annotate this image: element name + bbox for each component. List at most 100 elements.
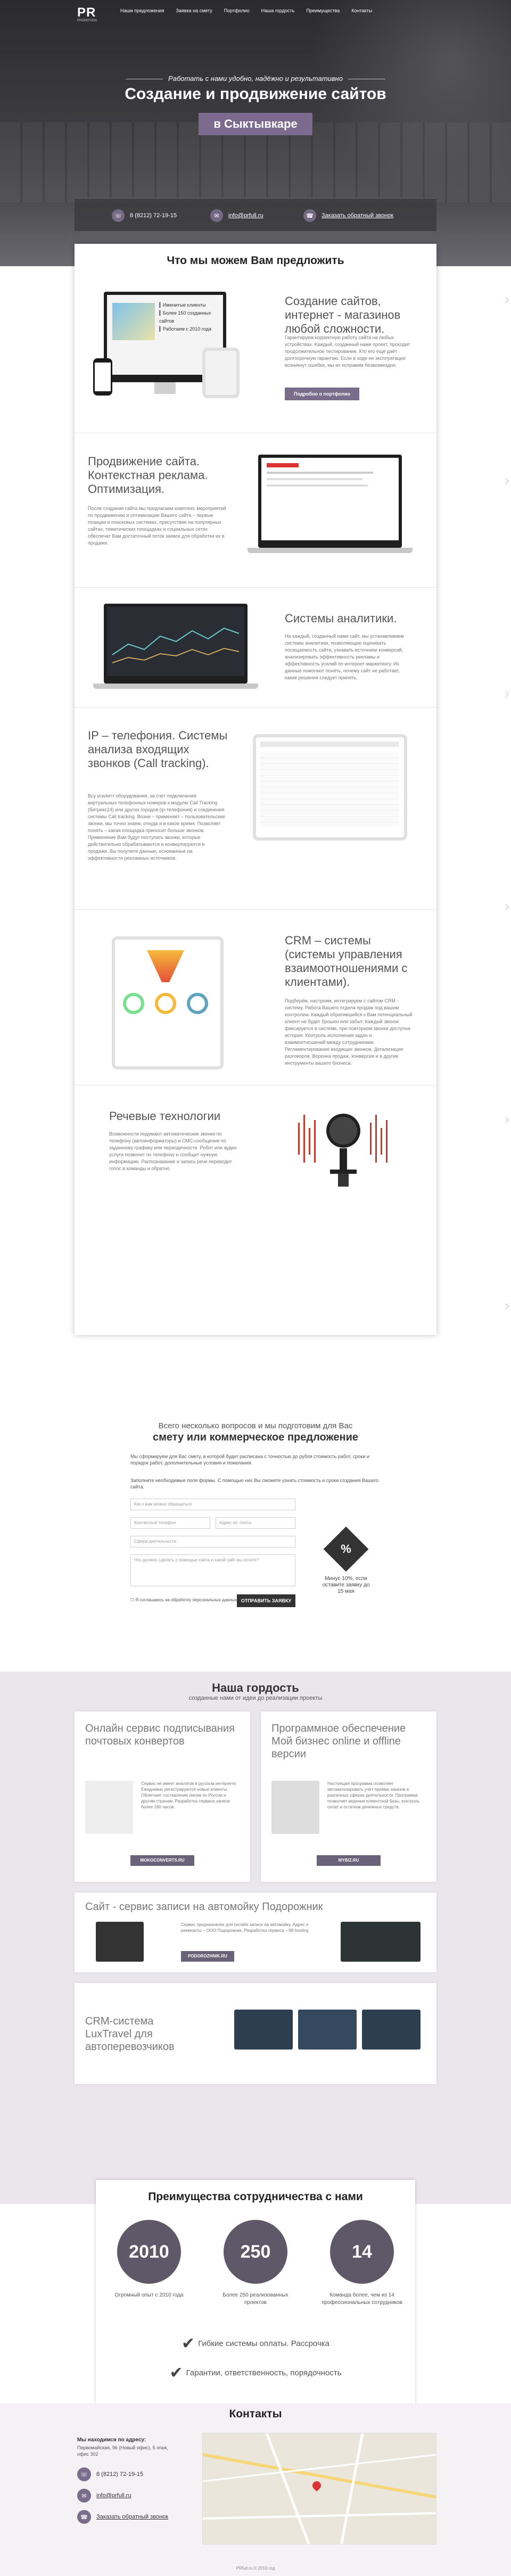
offer-title-sites: Создание сайтов, интернет - магазинов лю…	[285, 294, 401, 335]
offer-section-crm: CRM – системы (системы управления взаимо…	[75, 909, 436, 1085]
agree-checkbox[interactable]: ☐ Я соглашаюсь на обработку персональных…	[130, 1597, 237, 1603]
discount-text: Минус 10%, если оставите заявку до 15 ма…	[322, 1576, 370, 1594]
project-title: Онлайн сервис подписывания почтовых конв…	[85, 1723, 235, 1747]
logo[interactable]: PR PROMOTION	[77, 6, 98, 23]
logo-text: PR	[77, 5, 96, 20]
nav-item-pride[interactable]: Наша гордость	[256, 7, 301, 14]
address-label: Мы находимся по адресу:	[77, 2437, 146, 2443]
phone-field[interactable]: Контактный телефон	[130, 1517, 210, 1529]
offer-desc-telephony: Всу усилитт оборудования, за счет подклю…	[88, 793, 225, 861]
microphone-image	[282, 1101, 405, 1187]
offer-section-seo: Продвижение сайта. Контекстная реклама. …	[75, 433, 436, 587]
email-field[interactable]: Адрес эл. почты	[216, 1517, 295, 1529]
chevron-right-icon	[502, 904, 509, 910]
offer-section-telephony: IP – телефония. Системы анализа входящих…	[75, 707, 436, 909]
search-line	[267, 484, 368, 487]
logo-sub: PROMOTION	[77, 19, 97, 22]
microphone-icon	[298, 1114, 388, 1187]
hero-phone[interactable]: ☏ 8 (8212) 72-19-15	[112, 209, 177, 222]
advantage-circle: 250	[224, 2220, 287, 2284]
screen-graphic	[112, 303, 155, 340]
project-link-button[interactable]: MYBIZ.RU	[317, 1855, 381, 1866]
project-link-button[interactable]: PODOROZHNIK.RU	[181, 1951, 234, 1962]
feature-item: ▍Именитые клиенты	[159, 302, 206, 308]
feature-text: Именитые клиенты	[162, 302, 206, 308]
project-text: Сервис не имеет аналогов в русском интер…	[141, 1781, 237, 1809]
tablet-mockup	[202, 348, 240, 398]
nav-item-offers[interactable]: Наши предложения	[114, 7, 170, 14]
hero-email[interactable]: ✉ info@prfull.ru	[210, 209, 263, 222]
monitor-stand	[154, 382, 176, 394]
nav-item-advantages[interactable]: Преимущества	[300, 7, 345, 14]
advantage-point: ✔ Гарантии, ответственность, порядочность	[96, 2364, 415, 2382]
advantage-label: Огромный опыт с 2010 года	[114, 2292, 184, 2298]
analytics-screen	[107, 607, 244, 676]
offer-section-analytics: Системы аналитики. На каждый, созданный …	[75, 587, 436, 707]
offer-section-sites: ▍Именитые клиенты ▍Более 150 созданных с…	[75, 273, 436, 433]
advantage-point-text: Гарантии, ответственность, порядочность	[186, 2368, 342, 2377]
percent-icon: %	[341, 1542, 351, 1556]
tablet-mockup	[253, 734, 407, 841]
location-map[interactable]	[202, 2433, 436, 2545]
main-nav: Наши предложения Заявка на смету Портфол…	[114, 7, 378, 14]
donut-chart	[187, 993, 208, 1014]
offer-title-analytics: Системы аналитики.	[285, 612, 397, 625]
contact-callback[interactable]: ☎ Заказать обратный звонок	[77, 2510, 168, 2524]
project-screenshot	[271, 1781, 319, 1834]
address-text: Первомайская, 96 (Новый офис), 5 этаж, о…	[77, 2445, 169, 2457]
mail-icon: ✉	[77, 2489, 91, 2503]
contact-phone[interactable]: ☏ 8 (8212) 72-19-15	[77, 2467, 143, 2481]
hero-callback[interactable]: ☎ Заказать обратный звонок	[303, 209, 393, 222]
offer-title-telephony: IP – телефония. Системы анализа входящих…	[88, 729, 228, 770]
phone-icon: ☏	[112, 209, 125, 222]
hero-city-badge: в Сыктывкаре	[199, 113, 312, 135]
chevron-right-icon	[502, 691, 509, 697]
sales-funnel	[147, 950, 184, 982]
estimate-hint: Заполните необходимые поля формы. С помо…	[130, 1478, 379, 1489]
estimate-intro: Мы сформируем для Вас смету, в которой б…	[130, 1454, 369, 1466]
advantage-label: Команда более, чем из 14 профессиональны…	[322, 2292, 402, 2306]
project-link-button[interactable]: MOKOCONVERTS.RU	[130, 1855, 194, 1866]
hero-tagline-row: Работать с нами удобно, надёжно и резуль…	[0, 75, 511, 83]
activity-field[interactable]: Сфера деятельности	[130, 1536, 295, 1548]
advantage-circle: 14	[330, 2220, 394, 2284]
laptop-mockup	[258, 455, 402, 548]
feature-item: ▍Работаем с 2010 года	[159, 326, 211, 332]
project-card: Программное обеспечение Мой бизнес onlin…	[261, 1711, 436, 1882]
search-line	[267, 472, 373, 474]
search-line	[267, 478, 362, 480]
pride-title: Наша гордость	[212, 1681, 299, 1694]
advantage-label: Более 250 реализованных проектов	[222, 2292, 289, 2306]
send-request-button[interactable]: ОТПРАВИТЬ ЗАЯВКУ	[237, 1594, 295, 1607]
offer-desc-sites: Гарантируем корректную работу сайта на л…	[285, 335, 410, 368]
mail-icon: ✉	[210, 209, 223, 222]
portfolio-button[interactable]: Подробно о портфолио	[285, 388, 359, 400]
nav-item-contacts[interactable]: Контакты	[345, 7, 378, 14]
project-card: Сайт - сервис записи на автомойку Подоро…	[75, 1892, 436, 1972]
name-field[interactable]: Как к вам можно обращаться	[130, 1499, 295, 1510]
project-card: Онлайн сервис подписывания почтовых конв…	[75, 1711, 250, 1882]
calls-table	[260, 752, 399, 827]
offer-section-speech: Речевые технологии Возможности подумают …	[75, 1085, 436, 1218]
pride-subtitle: созданные нами от идеи до реализации про…	[188, 1695, 323, 1701]
offer-desc-crm: Подберём, настроим, интегрируем с сайтом…	[285, 998, 413, 1066]
offer-desc-analytics: На каждый, созданный нами сайт, мы устан…	[285, 633, 404, 680]
contact-phone-text: 8 (8212) 72-19-15	[96, 2471, 144, 2478]
callback-icon: ☎	[303, 209, 316, 222]
estimate-line1: Всего несколько вопросов и мы подготовим…	[158, 1421, 353, 1430]
tablet-mockup	[112, 936, 224, 1069]
analytics-graph	[112, 627, 240, 663]
feature-text: Более 150 созданных сайтов	[159, 310, 211, 324]
offers-title: Что мы можем Вам предложить	[167, 254, 344, 267]
estimate-line2: смету или коммерческое предложение	[152, 1431, 358, 1443]
nav-item-estimate[interactable]: Заявка на смету	[170, 7, 218, 14]
contact-email[interactable]: ✉ info@prfull.ru	[77, 2489, 131, 2503]
search-logo	[267, 463, 299, 467]
project-screenshot	[341, 1922, 421, 1962]
laptop-base	[248, 548, 413, 553]
project-title: Программное обеспечение Мой бизнес onlin…	[271, 1723, 406, 1760]
nav-item-portfolio[interactable]: Портфолио	[218, 7, 256, 14]
message-field[interactable]: Что должно сделать с помощью сайта и как…	[130, 1554, 295, 1586]
project-screenshot	[85, 1781, 133, 1834]
chevron-right-icon	[502, 478, 509, 484]
